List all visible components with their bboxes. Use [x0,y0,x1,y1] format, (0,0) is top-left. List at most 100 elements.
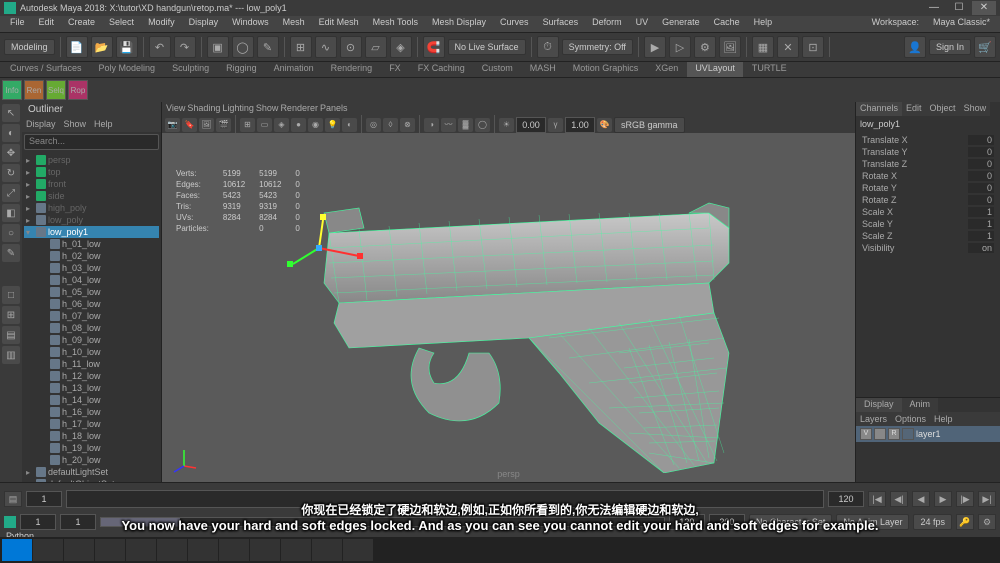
channel-row[interactable]: Rotate Z0 [858,194,998,206]
channel-row[interactable]: Rotate Y0 [858,182,998,194]
marketplace-icon[interactable]: 🛒 [974,36,996,58]
object-tab[interactable]: Object [926,102,960,116]
vp-textured-icon[interactable]: ◉ [308,118,323,132]
vp-camera-icon[interactable]: 📷 [165,118,180,132]
autokey-icon[interactable]: 🔑 [956,514,974,530]
outliner-item[interactable]: ▸defaultLightSet [24,466,159,478]
render-icon[interactable]: ▶ [644,36,666,58]
outliner-item[interactable]: h_10_low [24,346,159,358]
channel-row[interactable]: Rotate X0 [858,170,998,182]
shelf-tab-curves[interactable]: Curves / Surfaces [2,62,90,77]
shelf-tab-poly[interactable]: Poly Modeling [91,62,164,77]
undo-icon[interactable]: ↶ [149,36,171,58]
shelf-info-icon[interactable]: Info [2,80,22,100]
outliner-help-menu[interactable]: Help [94,119,113,131]
options-menu[interactable]: Options [895,414,926,424]
shelf-tab-turtle[interactable]: TURTLE [744,62,795,77]
single-persp-icon[interactable]: □ [2,286,20,304]
shelf-tab-rig[interactable]: Rigging [218,62,265,77]
soft-select-icon[interactable]: ○ [2,224,20,242]
render-view-icon[interactable]: 🖼 [719,36,741,58]
vp-film-icon[interactable]: 🎬 [216,118,231,132]
edit-tab[interactable]: Edit [902,102,926,116]
menu-deform[interactable]: Deform [586,16,628,32]
vp-shadow-icon[interactable]: ◐ [342,118,357,132]
range-start[interactable]: 1 [20,514,56,530]
vp-light-icon[interactable]: 💡 [325,118,340,132]
shelf-tab-motion[interactable]: Motion Graphics [565,62,647,77]
shelf-tab-anim[interactable]: Animation [266,62,322,77]
vp-colormgmt-icon[interactable]: 🎨 [597,118,612,132]
layer-vis-toggle[interactable]: V [860,428,872,440]
vp-isolate-icon[interactable]: ◎ [366,118,381,132]
new-scene-icon[interactable]: 📄 [66,36,88,58]
range-slider[interactable] [100,517,665,527]
move-tool-icon[interactable]: ✥ [2,144,20,162]
vp-ao-icon[interactable]: ◑ [424,118,439,132]
channel-row[interactable]: Scale X1 [858,206,998,218]
outliner-item[interactable]: h_08_low [24,322,159,334]
menu-surfaces[interactable]: Surfaces [537,16,585,32]
goto-start-icon[interactable]: |◀ [868,491,886,507]
vp-xray-icon[interactable]: ◊ [383,118,398,132]
outliner-item[interactable]: ▸side [24,190,159,202]
task-search[interactable] [33,539,63,561]
vp-near-field[interactable]: 0.00 [516,117,546,133]
start-button[interactable] [2,539,32,561]
anim-tab[interactable]: Anim [902,398,939,412]
shelf-ren-icon[interactable]: Ren [24,80,44,100]
menu-windows[interactable]: Windows [226,16,275,32]
outliner-show-menu[interactable]: Show [64,119,87,131]
outliner-item[interactable]: h_02_low [24,250,159,262]
channel-row[interactable]: Scale Y1 [858,218,998,230]
outliner-item[interactable]: ▸persp [24,154,159,166]
layout-icon[interactable]: ▤ [2,326,20,344]
channel-row[interactable]: Scale Z1 [858,230,998,242]
outliner-item[interactable]: h_13_low [24,382,159,394]
vp-motion-icon[interactable]: 〰 [441,118,456,132]
lasso-icon[interactable]: ◯ [232,36,254,58]
live-surface-dropdown[interactable]: No Live Surface [448,39,526,55]
vp-fov-field[interactable]: 1.00 [565,117,595,133]
symmetry-dropdown[interactable]: Symmetry: Off [562,39,633,55]
menu-display[interactable]: Display [183,16,225,32]
step-fwd-icon[interactable]: |▶ [956,491,974,507]
xgen-icon[interactable]: ✕ [777,36,799,58]
user-icon[interactable]: 👤 [904,36,926,58]
vp-renderer-menu[interactable]: Renderer [280,103,318,115]
select-mode-icon[interactable]: ▣ [207,36,229,58]
outliner-item[interactable]: ▾low_poly1 [24,226,159,238]
close-button[interactable]: ✕ [972,1,996,15]
vp-panels-menu[interactable]: Panels [320,103,348,115]
rotate-tool-icon[interactable]: ↻ [2,164,20,182]
task-app7[interactable] [343,539,373,561]
magnet-icon[interactable]: 🧲 [423,36,445,58]
render-settings-icon[interactable]: ⚙ [694,36,716,58]
layers-menu[interactable]: Layers [860,414,887,424]
channel-row[interactable]: Translate Z0 [858,158,998,170]
outliner-item[interactable]: ▸defaultObjectSet [24,478,159,482]
menu-editmesh[interactable]: Edit Mesh [313,16,365,32]
shelf-tab-sculpt[interactable]: Sculpting [164,62,217,77]
outliner-item[interactable]: h_17_low [24,418,159,430]
outliner-item[interactable]: h_05_low [24,286,159,298]
panel-layout-icon[interactable]: ▦ [752,36,774,58]
outliner-item[interactable]: h_06_low [24,298,159,310]
outliner-item[interactable]: h_14_low [24,394,159,406]
vp-smooth-icon[interactable]: ● [291,118,306,132]
time-start[interactable]: 1 [26,491,62,507]
shelf-selq-icon[interactable]: Selq [46,80,66,100]
menu-create[interactable]: Create [62,16,101,32]
task-maya[interactable] [250,539,280,561]
snap-live-icon[interactable]: ◈ [390,36,412,58]
fps-dropdown[interactable]: 24 fps [913,514,952,530]
vp-bookmark-icon[interactable]: 🔖 [182,118,197,132]
open-scene-icon[interactable]: 📂 [91,36,113,58]
menu-edit[interactable]: Edit [33,16,61,32]
shelf-tab-xgen[interactable]: XGen [647,62,686,77]
outliner-item[interactable]: ▸low_poly [24,214,159,226]
shelf-tab-mash[interactable]: MASH [522,62,564,77]
shelf-tab-fx[interactable]: FX [381,62,409,77]
menu-select[interactable]: Select [103,16,140,32]
outliner-item[interactable]: h_11_low [24,358,159,370]
